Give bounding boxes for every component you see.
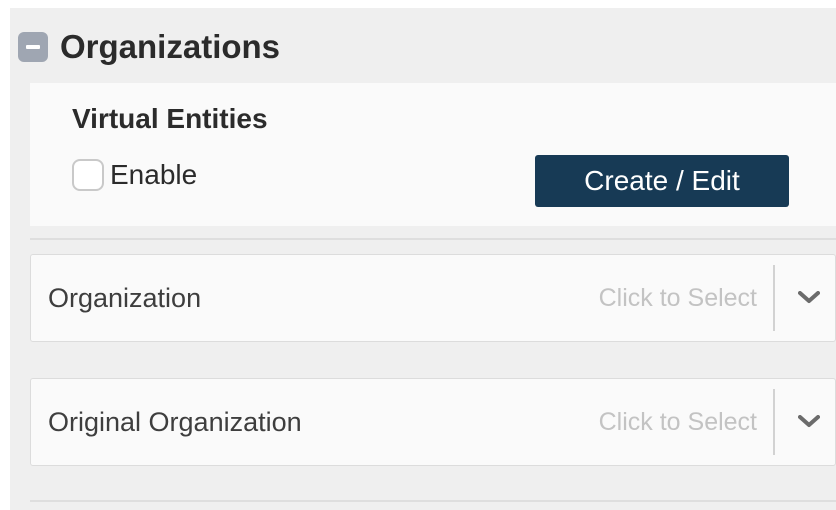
chevron-down-icon[interactable] [795, 409, 823, 435]
select-separator [773, 389, 775, 455]
organization-label: Organization [48, 282, 202, 313]
divider [30, 500, 836, 502]
original-organization-select[interactable]: Original Organization Click to Select [30, 378, 836, 466]
enable-label: Enable [110, 159, 198, 190]
section-header: Organizations [18, 27, 280, 67]
select-separator [773, 265, 775, 331]
divider [30, 238, 836, 240]
organization-placeholder[interactable]: Click to Select [599, 255, 757, 341]
chevron-down-icon[interactable] [795, 285, 823, 311]
section-title: Organizations [60, 28, 281, 65]
original-organization-label: Original Organization [48, 406, 302, 437]
organization-select[interactable]: Organization Click to Select [30, 254, 836, 342]
enable-checkbox[interactable] [72, 159, 104, 191]
virtual-entities-box: Virtual Entities Enable Create / Edit [30, 83, 836, 226]
virtual-entities-title: Virtual Entities [72, 103, 268, 134]
original-organization-placeholder[interactable]: Click to Select [599, 379, 757, 465]
create-edit-button[interactable]: Create / Edit [535, 155, 789, 207]
enable-checkbox-row[interactable]: Enable [72, 159, 197, 191]
minus-square-icon[interactable] [18, 32, 48, 62]
minus-bar [26, 45, 40, 49]
